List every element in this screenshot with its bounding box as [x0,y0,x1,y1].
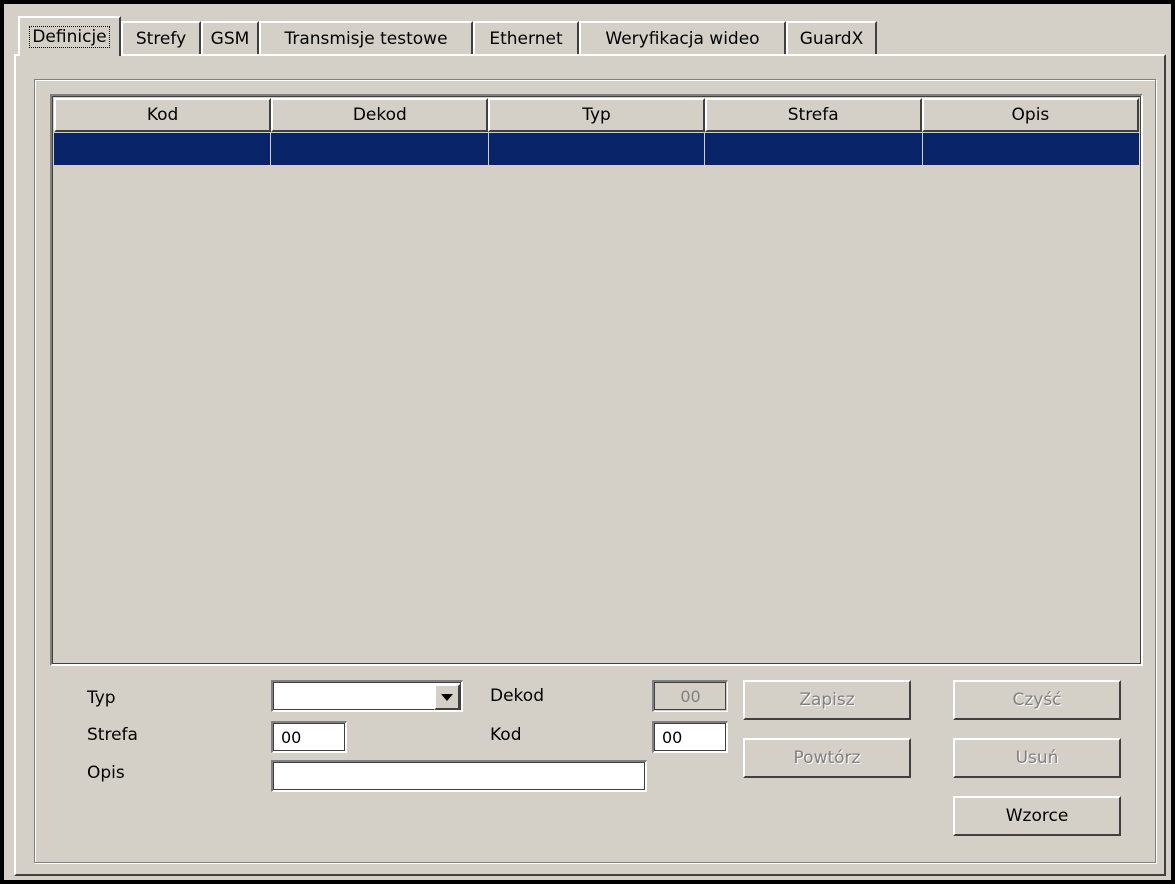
typ-combobox[interactable] [271,680,463,712]
tab-guardx[interactable]: GuardX [786,21,877,54]
cell-dekod [271,133,489,165]
tab-ethernet[interactable]: Ethernet [473,21,579,54]
tab-transmisje-testowe[interactable]: Transmisje testowe [259,21,473,54]
strefa-input[interactable]: 00 [271,721,347,753]
cell-opis [923,133,1139,165]
tab-page-definicje: Kod Dekod Typ Strefa Opis Typ Strefa Opi… [14,54,1166,876]
zapisz-button[interactable]: Zapisz [743,680,911,720]
opis-input[interactable] [271,760,647,792]
tab-gsm[interactable]: GSM [201,21,259,54]
opis-label: Opis [87,763,125,783]
column-header-strefa[interactable]: Strefa [704,98,922,132]
dialog-window: Definicje Strefy GSM Transmisje testowe … [4,4,1171,880]
tab-label: Definicje [29,26,110,48]
column-header-kod[interactable]: Kod [54,98,272,132]
tab-label: GSM [210,28,250,49]
table-row-selected[interactable] [54,133,1139,165]
tab-label: Transmisje testowe [284,28,448,49]
cell-typ [489,133,706,165]
tab-label: Weryfikacja wideo [605,28,760,49]
usun-button[interactable]: Usuń [953,738,1121,778]
typ-label: Typ [87,688,116,708]
dekod-input: 00 [652,680,728,712]
tab-label: Ethernet [489,28,563,49]
column-header-typ[interactable]: Typ [488,98,705,132]
column-header-opis[interactable]: Opis [921,98,1140,132]
tab-definicje[interactable]: Definicje [18,16,121,56]
czysc-button[interactable]: Czyść [953,680,1121,720]
list-header: Kod Dekod Typ Strefa Opis [54,98,1140,132]
dropdown-button[interactable] [434,684,460,710]
tab-label: GuardX [799,28,864,49]
chevron-down-icon [441,693,453,701]
tab-strefy[interactable]: Strefy [121,21,201,54]
wzorce-button[interactable]: Wzorce [953,796,1121,836]
cell-kod [54,133,272,165]
strefa-label: Strefa [87,725,138,745]
definitions-list[interactable]: Kod Dekod Typ Strefa Opis [50,94,1143,666]
cell-strefa [705,133,923,165]
powtorz-button[interactable]: Powtórz [743,738,911,778]
dekod-label: Dekod [490,686,544,706]
tab-weryfikacja-wideo[interactable]: Weryfikacja wideo [579,21,786,54]
column-header-dekod[interactable]: Dekod [271,98,489,132]
kod-label: Kod [490,725,522,745]
kod-input[interactable]: 00 [652,721,728,753]
definitions-group: Kod Dekod Typ Strefa Opis Typ Strefa Opi… [34,79,1156,863]
tab-label: Strefy [135,28,187,49]
